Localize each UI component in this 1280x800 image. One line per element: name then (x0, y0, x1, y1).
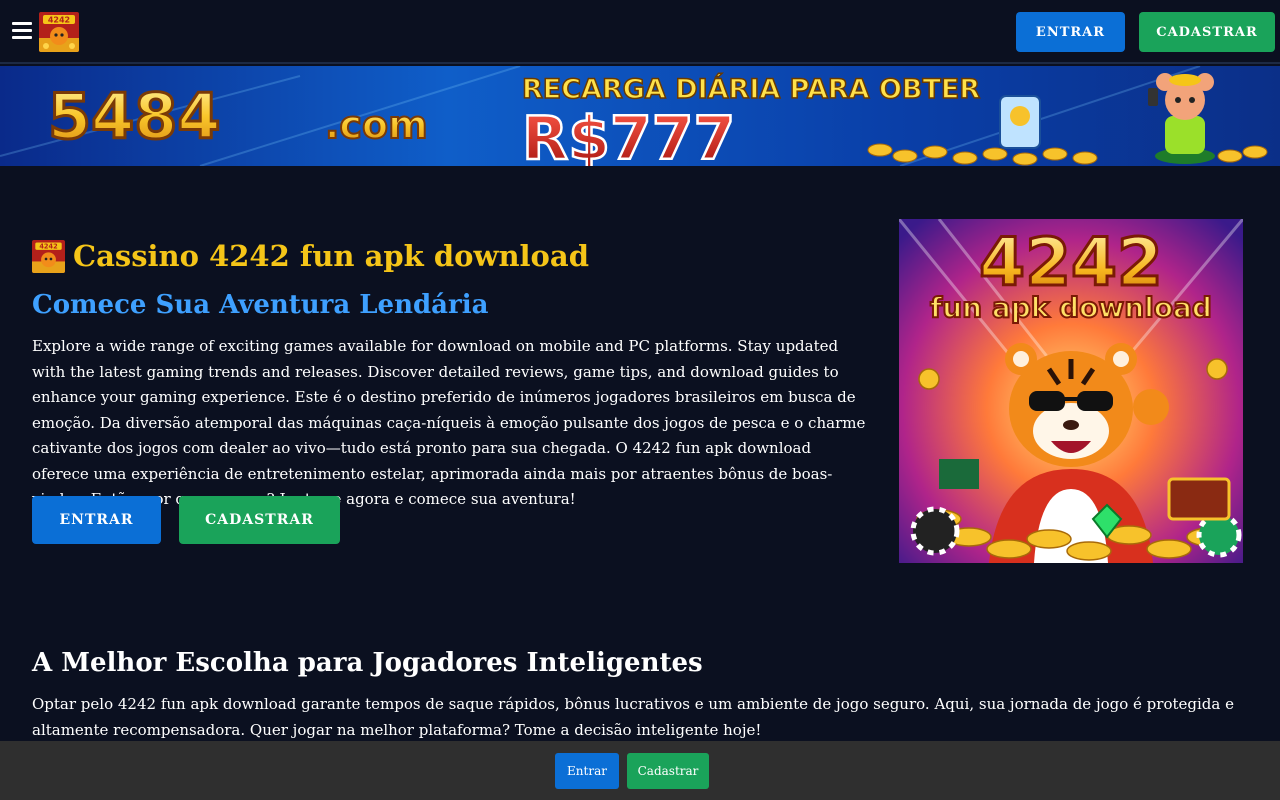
hero-register-button[interactable]: CADASTRAR (179, 496, 340, 544)
site-logo-icon[interactable]: 4242 (39, 12, 79, 52)
section-title: A Melhor Escolha para Jogadores Intelige… (32, 648, 703, 678)
section-text: Optar pelo 4242 fun apk download garante… (32, 695, 1234, 739)
bottom-register-button[interactable]: Cadastrar (627, 753, 709, 789)
hero-intro-text: Explore a wide range of exciting games a… (32, 337, 866, 508)
hamburger-menu-icon[interactable] (12, 22, 32, 40)
page-title: Cassino 4242 fun apk download (73, 239, 589, 273)
hero-image-caption: fun apk download (930, 291, 1212, 324)
svg-text:4242: 4242 (48, 16, 70, 25)
header-register-button[interactable]: CADASTRAR (1139, 12, 1275, 52)
svg-text:4242: 4242 (39, 242, 58, 250)
top-header: 4242 ENTRAR CADASTRAR (0, 0, 1280, 64)
svg-text:RECARGA DIÁRIA PARA OBTER: RECARGA DIÁRIA PARA OBTER (522, 73, 980, 105)
header-login-button[interactable]: ENTRAR (1016, 12, 1125, 52)
bottom-action-bar: Entrar Cadastrar (0, 741, 1280, 800)
hero-login-button[interactable]: ENTRAR (32, 496, 161, 544)
promo-banner[interactable]: 5484 .com RECARGA DIÁRIA PARA OBTER R$77… (0, 66, 1280, 166)
svg-text:5484: 5484 (48, 80, 221, 153)
bottom-login-button[interactable]: Entrar (555, 753, 619, 789)
svg-text:R$777: R$777 (522, 104, 735, 166)
hero-promo-image[interactable]: 4242 fun apk download (899, 219, 1243, 563)
site-logo-icon: 4242 (32, 239, 65, 273)
svg-text:.com: .com (325, 103, 428, 147)
hero-heading: 4242 Cassino 4242 fun apk download (32, 238, 589, 274)
hero-subtitle: Comece Sua Aventura Lendária (32, 290, 489, 320)
hero-image-heading: 4242 (979, 224, 1163, 301)
